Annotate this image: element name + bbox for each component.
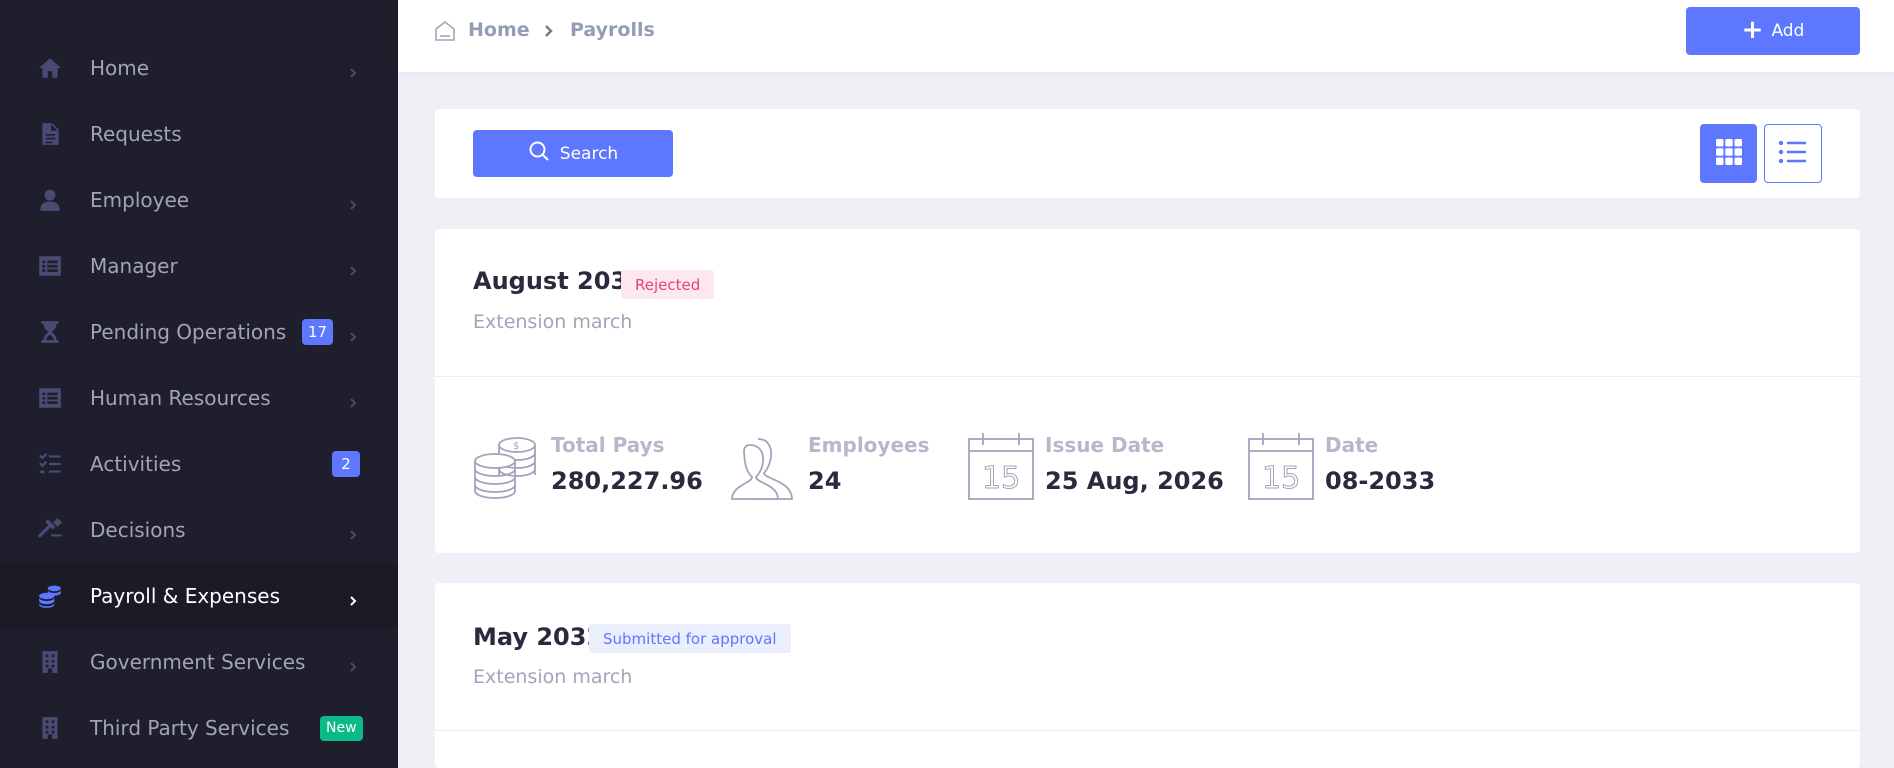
stat-value: 24 xyxy=(808,467,842,495)
payroll-title: August 2033 xyxy=(473,267,644,295)
svg-text:15: 15 xyxy=(1262,461,1300,496)
calendar-icon: 15 xyxy=(967,431,1035,501)
status-badge: Submitted for approval xyxy=(589,624,791,653)
plus-icon: + xyxy=(1741,14,1764,45)
home-outline-icon[interactable] xyxy=(434,20,456,42)
search-button-label: Search xyxy=(559,143,619,164)
count-badge: 2 xyxy=(332,451,360,477)
chevron-right-icon xyxy=(348,63,358,78)
breadcrumb-current: Payrolls xyxy=(570,19,655,41)
sidebar-item-human-resources[interactable]: Human Resources xyxy=(0,365,398,431)
payroll-title: May 2032 xyxy=(473,623,604,651)
divider xyxy=(435,376,1860,377)
sidebar-item-label: Pending Operations xyxy=(90,320,287,344)
chevron-right-icon xyxy=(348,327,358,342)
sidebar-item-label: Decisions xyxy=(90,518,186,542)
add-button-label: Add xyxy=(1771,21,1805,41)
payroll-card[interactable]: August 2033 Rejected Extension march $ T… xyxy=(435,229,1860,553)
sidebar-item-manager[interactable]: Manager xyxy=(0,233,398,299)
sidebar-item-employee[interactable]: Employee xyxy=(0,167,398,233)
building-icon xyxy=(36,714,64,742)
grid-view-toggle[interactable] xyxy=(1700,124,1757,183)
toolbar-card: Search xyxy=(435,109,1860,198)
users-icon xyxy=(730,431,798,501)
chevron-right-icon xyxy=(348,195,358,210)
sidebar-item-third-party-services[interactable]: Third Party Services New xyxy=(0,695,398,761)
list-view-toggle[interactable] xyxy=(1764,124,1822,183)
sidebar-item-activities[interactable]: Activities 2 xyxy=(0,431,398,497)
svg-text:15: 15 xyxy=(982,461,1020,496)
sidebar-item-label: Third Party Services xyxy=(90,716,290,740)
search-icon xyxy=(528,140,550,167)
chevron-right-icon xyxy=(348,525,358,540)
payroll-subtitle: Extension march xyxy=(473,666,633,688)
svg-text:$: $ xyxy=(513,441,519,452)
sidebar-item-label: Employee xyxy=(90,188,190,212)
sidebar-item-label: Manager xyxy=(90,254,178,278)
sidebar: Home Requests Employee Manager Pending O… xyxy=(0,0,398,768)
new-badge: New xyxy=(320,715,363,741)
coins-icon xyxy=(36,582,64,610)
chevron-right-icon xyxy=(348,657,358,672)
chevron-right-icon xyxy=(348,591,358,606)
search-button[interactable]: Search xyxy=(473,130,673,177)
checklist-icon xyxy=(36,450,64,478)
building-icon xyxy=(36,648,64,676)
sidebar-item-home[interactable]: Home xyxy=(0,35,398,101)
stat-label: Employees xyxy=(808,433,930,457)
stat-label: Date xyxy=(1325,433,1379,457)
sidebar-item-label: Requests xyxy=(90,122,182,146)
gavel-icon xyxy=(36,516,64,544)
coins-icon: $ xyxy=(473,431,541,501)
sidebar-item-label: Payroll & Expenses xyxy=(90,584,280,608)
sidebar-item-label: Government Services xyxy=(90,650,306,674)
add-button[interactable]: + Add xyxy=(1686,7,1860,55)
stat-value: 08-2033 xyxy=(1325,467,1436,495)
list-icon xyxy=(1778,139,1808,169)
document-icon xyxy=(36,120,64,148)
home-icon xyxy=(36,54,64,82)
divider xyxy=(435,730,1860,731)
stat-value: 25 Aug, 2026 xyxy=(1045,467,1224,495)
list-icon xyxy=(36,252,64,280)
sidebar-item-payroll-expenses[interactable]: Payroll & Expenses xyxy=(0,563,398,629)
sidebar-item-label: Activities xyxy=(90,452,182,476)
chevron-right-icon xyxy=(348,393,358,408)
count-badge: 17 xyxy=(302,319,334,345)
grid-icon xyxy=(1715,138,1743,170)
breadcrumb-home[interactable]: Home xyxy=(468,19,530,41)
stat-value: 280,227.96 xyxy=(551,467,703,495)
sidebar-item-label: Human Resources xyxy=(90,386,271,410)
chevron-right-icon xyxy=(348,261,358,276)
top-header: Home Payrolls + Add xyxy=(398,0,1894,72)
sidebar-item-label: Home xyxy=(90,56,150,80)
stat-label: Issue Date xyxy=(1045,433,1165,457)
stat-label: Total Pays xyxy=(551,433,665,457)
payroll-card[interactable]: May 2032 Submitted for approval Extensio… xyxy=(435,583,1860,768)
user-icon xyxy=(36,186,64,214)
sidebar-item-pending-operations[interactable]: Pending Operations 17 xyxy=(0,299,398,365)
hourglass-icon xyxy=(36,318,64,346)
sidebar-item-decisions[interactable]: Decisions xyxy=(0,497,398,563)
chevron-right-icon xyxy=(543,23,555,37)
status-badge: Rejected xyxy=(621,270,715,299)
payroll-stats: $ Total Pays 280,227.96 Employees 24 15 … xyxy=(473,425,1773,515)
sidebar-item-requests[interactable]: Requests xyxy=(0,101,398,167)
payroll-subtitle: Extension march xyxy=(473,311,633,333)
list-icon xyxy=(36,384,64,412)
sidebar-item-government-services[interactable]: Government Services xyxy=(0,629,398,695)
calendar-icon: 15 xyxy=(1247,431,1315,501)
